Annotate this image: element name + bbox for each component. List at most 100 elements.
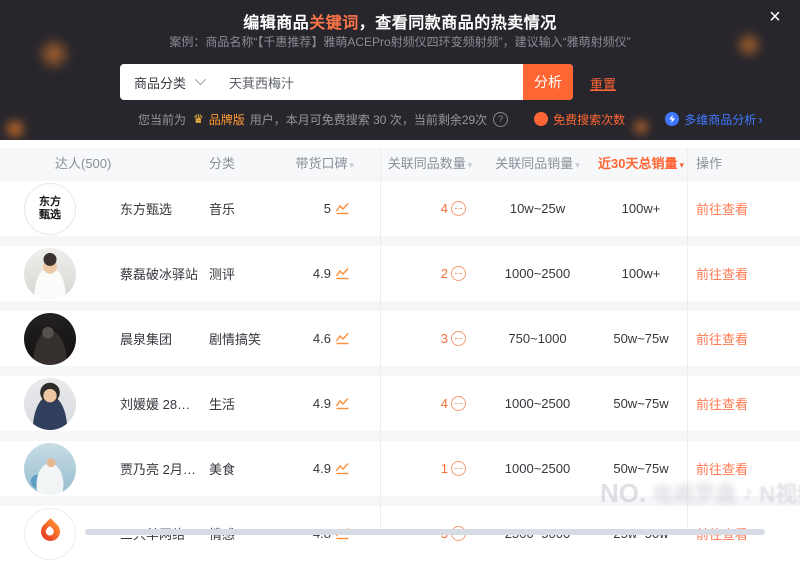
table-row: 贾乃亮 2月28日国际大... 美食 4.9 1 1000~2500 50w~7… — [0, 441, 800, 506]
related-count-value: 1 — [441, 461, 448, 476]
reputation-cell: 4.9 — [275, 266, 380, 281]
category-cell: 音乐 — [205, 199, 275, 218]
total-sales-cell: 50w~75w — [595, 461, 687, 476]
chevron-down-icon — [195, 73, 206, 84]
sort-caret-icon: ▾ — [575, 160, 580, 170]
creator-name[interactable]: 蔡磊破冰驿站 — [120, 264, 198, 283]
col-category: 分类 — [205, 153, 275, 172]
arrow-right-icon: › — [758, 112, 762, 127]
go-view-link[interactable]: 前往查看 — [696, 397, 748, 412]
quota-detail: 用户，本月可免费搜索 30 次，当前剩余29次 — [250, 111, 487, 128]
category-dropdown-label: 商品分类 — [134, 73, 186, 92]
close-icon[interactable]: × — [762, 4, 788, 30]
related-count-cell: 4 — [380, 396, 480, 411]
free-search-label: 免费搜索次数 — [553, 111, 625, 128]
avatar[interactable]: 东方甄选 — [24, 183, 76, 235]
flame-logo-icon — [37, 518, 64, 545]
sort-caret-icon: ▾ — [679, 160, 684, 170]
column-divider — [380, 148, 381, 534]
modal-subtitle: 案例：商品名称“【千惠推荐】雅萌ACEPro射频仪四环变频射频”，建议输入“雅萌… — [0, 33, 800, 50]
related-count-value: 4 — [441, 396, 448, 411]
creator-table: 达人(500) 分类 带货口碑▾ 关联同品数量▾ 关联同品销量▾ 近30天总销量… — [0, 140, 800, 538]
avatar[interactable] — [24, 248, 76, 300]
go-view-link[interactable]: 前往查看 — [696, 267, 748, 282]
table-body: 东方甄选东方甄选 音乐 5 4 10w~25w 100w+ 前往查看 蔡磊破冰驿… — [0, 176, 800, 538]
free-search-link[interactable]: + 免费搜索次数 — [534, 111, 625, 128]
creator-name[interactable]: 刘媛媛 28号早8点HBN... — [120, 394, 200, 413]
modal-title: 编辑商品关键词，查看同款商品的热卖情况 — [0, 9, 800, 33]
keyword-input[interactable]: 天萁西梅汁 — [229, 73, 523, 92]
creator-name[interactable]: 贾乃亮 2月28日国际大... — [120, 459, 200, 478]
col-reputation[interactable]: 带货口碑▾ — [275, 153, 380, 172]
avatar[interactable] — [24, 378, 76, 430]
go-view-link[interactable]: 前往查看 — [696, 332, 748, 347]
analyze-button[interactable]: 分析 — [523, 64, 573, 100]
avatar[interactable] — [24, 313, 76, 365]
reputation-value: 4.9 — [313, 396, 331, 411]
avatar[interactable] — [24, 508, 76, 560]
related-sales-cell: 1000~2500 — [480, 461, 595, 476]
reset-link[interactable]: 重置 — [590, 74, 616, 93]
related-count-value: 4 — [441, 201, 448, 216]
circle-ellipsis-icon[interactable] — [451, 266, 466, 281]
plus-icon: + — [534, 112, 548, 126]
search-bar: 商品分类 天萁西梅汁 分析 — [120, 64, 573, 100]
horizontal-scrollbar-thumb[interactable] — [85, 529, 765, 535]
trend-chart-icon[interactable] — [335, 397, 350, 410]
related-count-value: 3 — [441, 331, 448, 346]
table-row: 蔡磊破冰驿站 测评 4.9 2 1000~2500 100w+ 前往查看 — [0, 246, 800, 311]
reputation-value: 5 — [324, 201, 331, 216]
reputation-cell: 4.9 — [275, 396, 380, 411]
total-sales-cell: 100w+ — [595, 201, 687, 216]
table-row: 晨泉集团 剧情搞笑 4.6 3 750~1000 50w~75w 前往查看 — [0, 311, 800, 376]
multi-analysis-link[interactable]: 多维商品分析 › — [665, 111, 762, 128]
reputation-value: 4.6 — [313, 331, 331, 346]
category-dropdown[interactable]: 商品分类 — [120, 73, 203, 92]
reputation-cell: 5 — [275, 201, 380, 216]
creator-name[interactable]: 晨泉集团 — [120, 329, 172, 348]
col-action: 操作 — [687, 153, 800, 172]
plan-badge: 品牌版 — [209, 111, 245, 128]
reputation-cell: 4.6 — [275, 331, 380, 346]
table-header: 达人(500) 分类 带货口碑▾ 关联同品数量▾ 关联同品销量▾ 近30天总销量… — [0, 148, 800, 176]
crown-icon: ♛ — [193, 112, 204, 126]
glow-decoration — [2, 116, 28, 140]
circle-ellipsis-icon[interactable] — [451, 331, 466, 346]
col-related-count[interactable]: 关联同品数量▾ — [380, 153, 480, 172]
table-row: 三只羊网络 情感 4.8 3 2500~5000 25w~50w 前往查看 — [0, 506, 800, 571]
go-view-link[interactable]: 前往查看 — [696, 462, 748, 477]
related-count-cell: 3 — [380, 331, 480, 346]
total-sales-cell: 50w~75w — [595, 331, 687, 346]
creator-name[interactable]: 东方甄选 — [120, 199, 172, 218]
category-cell: 美食 — [205, 459, 275, 478]
related-sales-cell: 750~1000 — [480, 331, 595, 346]
related-sales-cell: 1000~2500 — [480, 396, 595, 411]
col-related-sales[interactable]: 关联同品销量▾ — [480, 153, 595, 172]
table-row: 刘媛媛 28号早8点HBN... 生活 4.9 4 1000~2500 50w~… — [0, 376, 800, 441]
trend-chart-icon[interactable] — [335, 332, 350, 345]
column-divider — [687, 148, 688, 534]
col-creator: 达人(500) — [0, 153, 205, 172]
related-count-cell: 2 — [380, 266, 480, 281]
help-icon[interactable]: ? — [493, 112, 508, 127]
quota-prefix: 您当前为 — [138, 111, 186, 128]
circle-ellipsis-icon[interactable] — [451, 396, 466, 411]
trend-chart-icon[interactable] — [335, 202, 350, 215]
sort-caret-icon: ▾ — [468, 160, 473, 170]
col-total-sales[interactable]: 近30天总销量▾ — [595, 153, 687, 172]
reputation-value: 4.9 — [313, 461, 331, 476]
trend-chart-icon[interactable] — [335, 267, 350, 280]
circle-ellipsis-icon[interactable] — [451, 201, 466, 216]
go-view-link[interactable]: 前往查看 — [696, 202, 748, 217]
category-cell: 生活 — [205, 394, 275, 413]
related-count-cell: 1 — [380, 461, 480, 476]
trend-chart-icon[interactable] — [335, 462, 350, 475]
reputation-cell: 4.9 — [275, 461, 380, 476]
related-sales-cell: 1000~2500 — [480, 266, 595, 281]
avatar[interactable] — [24, 443, 76, 495]
total-sales-cell: 50w~75w — [595, 396, 687, 411]
circle-ellipsis-icon[interactable] — [451, 461, 466, 476]
multi-analysis-label: 多维商品分析 — [684, 111, 756, 128]
modal-header: 编辑商品关键词，查看同款商品的热卖情况 案例：商品名称“【千惠推荐】雅萌ACEP… — [0, 0, 800, 140]
title-highlight: 关键词 — [309, 15, 359, 32]
